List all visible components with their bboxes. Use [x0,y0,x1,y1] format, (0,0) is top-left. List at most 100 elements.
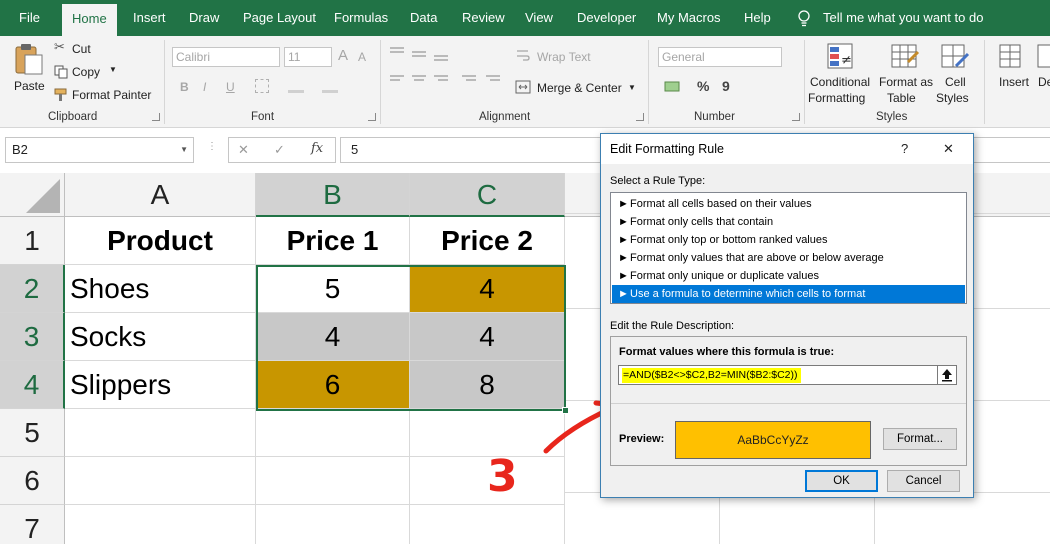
font-size-select[interactable]: 11 [284,47,332,67]
merge-center-button[interactable]: Merge & Center [537,81,622,95]
cell-a2[interactable]: Shoes [65,265,256,313]
cell-c2[interactable]: 4 [410,265,565,313]
tab-data[interactable]: Data [410,0,437,36]
tab-formulas[interactable]: Formulas [334,0,388,36]
cancel-formula-button[interactable]: ✕ [238,142,249,158]
column-header-b[interactable]: B [256,173,410,217]
alignment-launcher-icon[interactable] [636,113,644,121]
cell-a1[interactable]: Product [65,217,256,265]
row-header-2[interactable]: 2 [0,265,65,313]
borders-icon[interactable] [255,79,269,93]
paste-button[interactable]: Paste [10,40,48,102]
cell-b3[interactable]: 4 [256,313,410,361]
row-header-1[interactable]: 1 [0,217,65,265]
row-header-4[interactable]: 4 [0,361,65,409]
ribbon: Paste ✂ Cut Copy ▼ Format Painter Clipbo… [0,36,1050,128]
close-button[interactable]: ✕ [943,141,954,157]
format-painter-button[interactable]: Format Painter [52,86,157,104]
format-button[interactable]: Format... [883,428,957,450]
help-button[interactable]: ? [901,141,908,156]
font-color-icon[interactable] [322,79,338,93]
rule-type-item[interactable]: ► Format only values that are above or be… [612,249,965,267]
select-all-button[interactable] [0,173,65,217]
rule-type-item-selected[interactable]: ► Use a formula to determine which cells … [612,285,965,303]
cell-a3[interactable]: Socks [65,313,256,361]
column-header-c[interactable]: C [410,173,565,217]
collapse-dialog-button[interactable] [937,365,957,385]
copy-button[interactable]: Copy ▼ [52,63,122,81]
tell-me-search[interactable]: Tell me what you want to do [823,0,983,36]
chevron-down-icon: ▼ [109,65,117,74]
tab-home[interactable]: Home [62,4,117,36]
name-box[interactable]: B2 ▼ [5,137,194,163]
arrow-icon: ► [618,234,629,246]
row-header-3[interactable]: 3 [0,313,65,361]
copy-label: Copy [72,65,101,79]
cancel-button[interactable]: Cancel [887,470,960,492]
enter-formula-button[interactable]: ✓ [274,142,285,158]
row-header-7[interactable]: 7 [0,505,65,544]
dialog-title-bar[interactable]: Edit Formatting Rule ? ✕ [601,134,973,164]
comma-style-button[interactable]: 9 [722,78,730,94]
rule-type-list[interactable]: ► Format all cells based on their values … [610,192,967,304]
tab-draw[interactable]: Draw [189,0,219,36]
cell-b2[interactable]: 5 [256,265,410,313]
cell-c3[interactable]: 4 [410,313,565,361]
bold-button[interactable]: B [180,80,189,94]
cell-b5[interactable] [256,409,410,457]
shrink-font-button[interactable]: A [358,50,366,64]
tab-view[interactable]: View [525,0,553,36]
cell-b7[interactable] [256,505,410,544]
number-launcher-icon[interactable] [792,113,800,121]
currency-icon[interactable] [664,80,682,94]
fill-color-icon[interactable] [288,79,304,93]
tab-help[interactable]: Help [744,0,771,36]
row-header-5[interactable]: 5 [0,409,65,457]
formula-input-field[interactable]: =AND($B2<>$C2,B2=MIN($B2:$C2)) [618,365,938,385]
cell-a6[interactable] [65,457,256,505]
cell-b1[interactable]: Price 1 [256,217,410,265]
rule-type-item[interactable]: ► Format only unique or duplicate values [612,267,965,285]
underline-button[interactable]: U [226,80,235,94]
cell-a4[interactable]: Slippers [65,361,256,409]
group-divider [164,40,165,124]
edit-description-label: Edit the Rule Description: [610,320,735,332]
ok-button[interactable]: OK [805,470,878,492]
rule-type-item[interactable]: ► Format only cells that contain [612,213,965,231]
number-format-select[interactable]: General [658,47,782,67]
tab-insert[interactable]: Insert [133,0,166,36]
tab-file[interactable]: File [19,0,40,36]
italic-button[interactable]: I [203,80,206,94]
format-as-table-button[interactable]: Format as Table [878,40,934,108]
cut-button[interactable]: ✂ Cut [52,39,112,58]
grow-font-button[interactable]: A [338,47,348,64]
insert-cells-button[interactable]: Insert [992,40,1032,108]
tab-page-layout[interactable]: Page Layout [243,0,316,36]
alignment-group-label: Alignment [479,111,531,123]
font-launcher-icon[interactable] [368,113,376,121]
conditional-formatting-label-2: Formatting [808,91,866,105]
row-header-6[interactable]: 6 [0,457,65,505]
conditional-formatting-button[interactable]: ≠ Conditional Formatting [806,40,876,108]
upload-arrow-icon [942,369,952,382]
tab-developer[interactable]: Developer [577,0,636,36]
cell-b6[interactable] [256,457,410,505]
cell-a7[interactable] [65,505,256,544]
delete-cells-button[interactable]: De [1036,40,1050,108]
tab-review[interactable]: Review [462,0,505,36]
clipboard-launcher-icon[interactable] [152,113,160,121]
font-name-select[interactable]: Calibri [172,47,280,67]
rule-type-item[interactable]: ► Format all cells based on their values [612,195,965,213]
rule-type-item[interactable]: ► Format only top or bottom ranked values [612,231,965,249]
cell-a5[interactable] [65,409,256,457]
cell-styles-button[interactable]: Cell Styles [934,40,978,108]
cell-c1[interactable]: Price 2 [410,217,565,265]
insert-function-button[interactable]: fx [311,141,323,156]
percent-button[interactable]: % [697,78,709,94]
wrap-text-button[interactable]: Wrap Text [537,50,591,64]
divider [611,403,966,404]
column-header-a[interactable]: A [65,173,256,217]
cell-b4[interactable]: 6 [256,361,410,409]
alignment-icons[interactable] [388,46,508,86]
tab-my-macros[interactable]: My Macros [657,0,721,36]
